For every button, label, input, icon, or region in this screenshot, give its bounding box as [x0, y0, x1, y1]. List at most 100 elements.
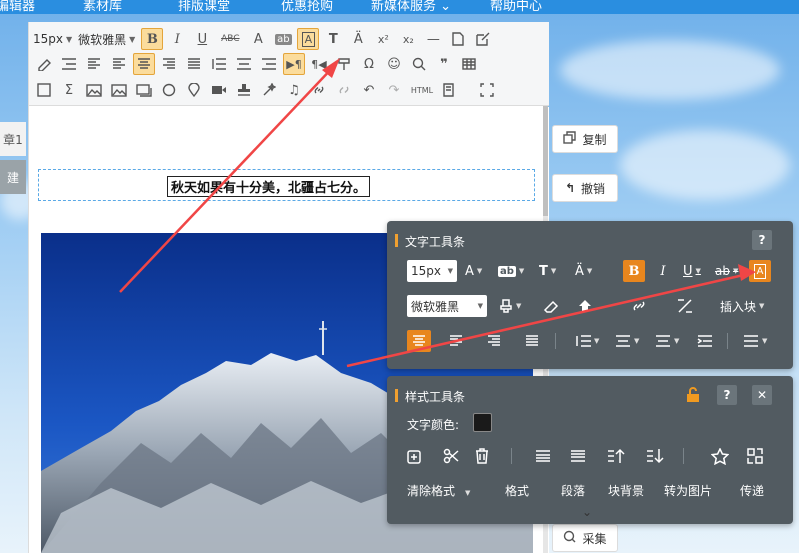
horizontal-rule-icon[interactable]: — — [422, 28, 444, 50]
html-icon[interactable]: HTML — [408, 79, 436, 101]
line-height-icon[interactable]: ▼ — [575, 330, 599, 352]
link-icon[interactable] — [631, 295, 647, 317]
text-spacing-icon[interactable]: Ä ▼ — [575, 260, 592, 282]
format-brush-icon[interactable]: ▼ — [499, 295, 521, 317]
nav-editor[interactable]: 编辑器 — [0, 0, 35, 14]
highlight-icon[interactable]: ab ▼ — [498, 260, 524, 282]
left-tab-chapter[interactable]: 章1 — [0, 122, 26, 156]
selected-title-text[interactable]: 秋天如果有十分美，北疆占七分。 — [167, 176, 371, 197]
indent-icon[interactable] — [697, 330, 713, 352]
clear-format-button[interactable]: 清除格式 ▼ — [407, 482, 470, 499]
direction-ltr-icon[interactable]: ▶¶ — [283, 53, 305, 75]
font-color-icon[interactable]: A — [247, 28, 269, 50]
unlock-icon[interactable] — [683, 384, 703, 406]
font-family-select[interactable]: 微软雅黑 ▼ — [78, 28, 135, 50]
style-panel-help-button[interactable]: ? — [717, 385, 737, 405]
new-doc-icon[interactable] — [447, 28, 469, 50]
text-style-icon[interactable]: T — [322, 28, 344, 50]
align-right-icon[interactable] — [487, 330, 501, 352]
eraser-icon[interactable] — [543, 295, 559, 317]
title-block[interactable]: 秋天如果有十分美，北疆占七分。 — [38, 169, 535, 201]
font-size-select[interactable]: 15px ▼ — [33, 28, 72, 50]
fullscreen-icon[interactable] — [476, 79, 498, 101]
line-height-icon[interactable] — [208, 53, 230, 75]
paragraph-spacing-before-icon[interactable]: ▼ — [615, 330, 639, 352]
unlink-icon[interactable] — [333, 79, 355, 101]
emoji-icon[interactable]: ☺ — [383, 53, 405, 75]
align-center-icon[interactable] — [133, 53, 155, 75]
bold-icon[interactable]: B — [141, 28, 164, 50]
spacing-after-icon[interactable] — [570, 445, 586, 467]
paragraph-spacing-icon[interactable] — [233, 53, 255, 75]
underline-icon[interactable]: U — [191, 28, 213, 50]
search-icon[interactable] — [408, 53, 430, 75]
text-panel-help-button[interactable]: ? — [752, 230, 772, 250]
left-tab-new[interactable]: 建 — [0, 160, 26, 194]
code-block-icon[interactable] — [33, 79, 55, 101]
format-brush-icon[interactable] — [333, 53, 355, 75]
underline-icon[interactable]: U ▼ — [683, 260, 701, 282]
text-spacing-icon[interactable]: Ä — [347, 28, 369, 50]
nav-media-services[interactable]: 新媒体服务 ⌄ — [371, 0, 451, 14]
transfer-icon[interactable] — [747, 445, 763, 467]
scrollbar-thumb[interactable] — [543, 106, 548, 216]
magic-wand-icon[interactable] — [258, 79, 280, 101]
text-border-icon[interactable]: A — [749, 260, 771, 282]
video-icon[interactable] — [208, 79, 230, 101]
nav-materials[interactable]: 素材库 — [83, 0, 122, 14]
convert-to-image-button[interactable]: 转为图片 — [664, 482, 712, 499]
add-style-icon[interactable] — [407, 445, 423, 467]
indent-more-icon[interactable] — [258, 53, 280, 75]
location-icon[interactable] — [183, 79, 205, 101]
spacing-before-icon[interactable] — [535, 445, 551, 467]
nav-help[interactable]: 帮助中心 — [490, 0, 542, 14]
table-icon[interactable] — [458, 53, 480, 75]
collect-button[interactable]: 采集 — [552, 524, 618, 552]
italic-icon[interactable]: I — [166, 28, 188, 50]
text-border-icon[interactable]: A — [297, 28, 320, 50]
unlink-icon[interactable] — [677, 295, 693, 317]
undo-button[interactable]: ↰ 撤销 — [552, 174, 618, 202]
italic-icon[interactable]: I — [655, 260, 671, 282]
panel-font-size-select[interactable]: 15px ▼ — [407, 260, 457, 282]
formula-icon[interactable]: Σ — [58, 79, 80, 101]
highlight-icon[interactable]: ab — [272, 28, 294, 50]
panel-font-family-select[interactable]: 微软雅黑 ▼ — [407, 295, 487, 317]
subscript-icon[interactable]: x₂ — [397, 28, 419, 50]
move-up-icon[interactable] — [607, 445, 625, 467]
undo-icon[interactable]: ↶ — [358, 79, 380, 101]
nav-course[interactable]: 排版课堂 — [178, 0, 230, 14]
chevron-down-icon[interactable]: ⌄ — [582, 505, 592, 519]
edit-doc-icon[interactable] — [439, 79, 461, 101]
align-right-icon[interactable] — [158, 53, 180, 75]
stamp-icon[interactable] — [233, 79, 255, 101]
text-style-icon[interactable]: T ▼ — [539, 260, 556, 282]
text-color-swatch[interactable] — [473, 413, 492, 432]
image-gallery-icon[interactable] — [108, 79, 130, 101]
bold-icon[interactable]: B — [623, 260, 645, 282]
format-button[interactable]: 格式 — [505, 482, 529, 499]
nav-deals[interactable]: 优惠抢购 — [281, 0, 333, 14]
strikethrough-icon[interactable]: ab ▼ — [715, 260, 738, 282]
frame-icon[interactable] — [133, 79, 155, 101]
insert-block-button[interactable]: 插入块 ▼ — [720, 295, 764, 317]
palette-icon[interactable] — [158, 79, 180, 101]
pass-button[interactable]: 传递 — [740, 482, 764, 499]
copy-button[interactable]: 复制 — [552, 125, 618, 153]
superscript-icon[interactable]: x² — [372, 28, 394, 50]
align-center-icon[interactable] — [407, 330, 431, 352]
strikethrough-icon[interactable]: ABC — [216, 28, 244, 50]
paragraph-button[interactable]: 段落 — [561, 482, 585, 499]
special-char-icon[interactable]: Ω — [358, 53, 380, 75]
font-color-icon[interactable]: A ▼ — [465, 260, 482, 282]
eraser-icon[interactable] — [33, 53, 55, 75]
list-icon[interactable]: ▼ — [743, 330, 767, 352]
direction-rtl-icon[interactable]: ¶◀ — [308, 53, 330, 75]
align-justify-icon[interactable] — [525, 330, 539, 352]
style-panel-close-button[interactable]: ✕ — [752, 385, 772, 405]
favorite-star-icon[interactable] — [711, 445, 729, 467]
indent-icon[interactable] — [58, 53, 80, 75]
align-left-icon[interactable] — [449, 330, 463, 352]
align-justify-icon[interactable] — [183, 53, 205, 75]
music-icon[interactable]: ♫ — [283, 79, 305, 101]
